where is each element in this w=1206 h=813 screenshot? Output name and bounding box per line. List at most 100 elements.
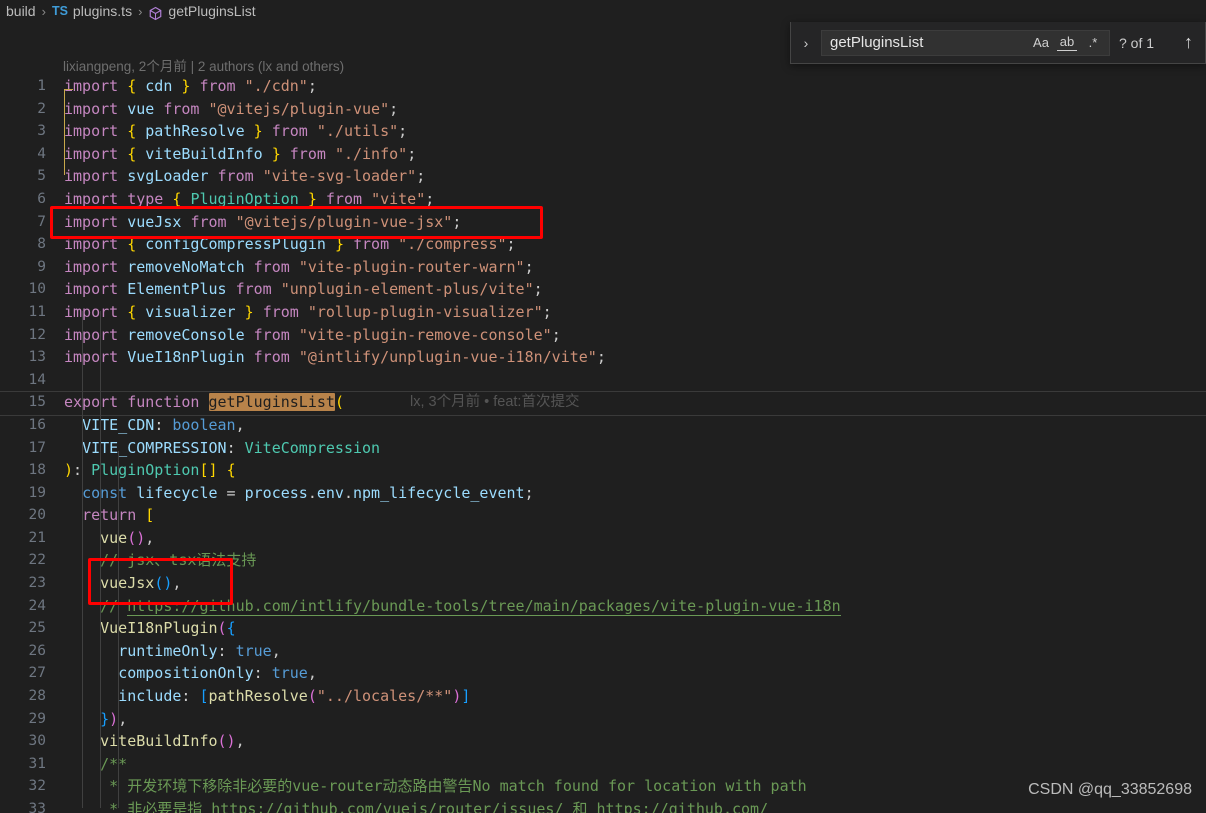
- line-content[interactable]: export function getPluginsList(: [64, 391, 344, 414]
- code-line[interactable]: 22 // jsx、tsx语法支持: [0, 549, 1206, 572]
- chevron-right-icon[interactable]: ›: [795, 35, 817, 51]
- line-content[interactable]: vue(),: [64, 527, 154, 550]
- breadcrumb-folder[interactable]: build: [6, 3, 36, 19]
- code-line[interactable]: 29 }),: [0, 708, 1206, 731]
- token-br: }: [253, 122, 263, 141]
- code-lines-container[interactable]: 1 import { cdn } from "./cdn"; 2 import vue…: [0, 75, 1206, 813]
- token-punc: [326, 235, 335, 253]
- line-content[interactable]: viteBuildInfo(),: [64, 730, 245, 753]
- line-content[interactable]: import { cdn } from "./cdn";: [64, 75, 317, 98]
- line-content[interactable]: import removeNoMatch from "vite-plugin-r…: [64, 256, 534, 279]
- token-punc: :: [226, 438, 245, 457]
- line-content[interactable]: import ElementPlus from "unplugin-elemen…: [64, 278, 543, 301]
- line-content[interactable]: ): PluginOption[] {: [64, 459, 236, 482]
- find-widget[interactable]: › Aa ab .* ? of 1 ↑: [790, 22, 1206, 64]
- line-content[interactable]: include: [pathResolve("../locales/**")]: [64, 685, 470, 708]
- code-line[interactable]: 14: [0, 369, 1206, 392]
- whole-word-icon[interactable]: ab: [1057, 34, 1077, 51]
- line-number: 14: [28, 371, 46, 388]
- code-line[interactable]: 25 VueI18nPlugin({: [0, 617, 1206, 640]
- code-line[interactable]: 15 export function getPluginsList(lx, 3个月…: [0, 391, 1206, 416]
- code-line[interactable]: 3 import { pathResolve } from "./utils";: [0, 120, 1206, 143]
- line-content[interactable]: compositionOnly: true,: [64, 662, 317, 685]
- code-line[interactable]: 6 import type { PluginOption } from "vite…: [0, 188, 1206, 211]
- line-content[interactable]: import removeConsole from "vite-plugin-r…: [64, 324, 561, 347]
- line-content[interactable]: import type { PluginOption } from "vite"…: [64, 188, 434, 211]
- code-line[interactable]: 26 runtimeOnly: true,: [0, 640, 1206, 663]
- code-line[interactable]: 8 import { configCompressPlugin } from ".…: [0, 233, 1206, 256]
- line-content[interactable]: import vueJsx from "@vitejs/plugin-vue-j…: [64, 211, 461, 234]
- git-blame-header: lixiangpeng, 2个月前 | 2 authors (lx and ot…: [63, 59, 345, 74]
- code-line[interactable]: 17 VITE_COMPRESSION: ViteCompression: [0, 437, 1206, 460]
- line-content[interactable]: // jsx、tsx语法支持: [64, 549, 256, 572]
- code-line[interactable]: 31 /**: [0, 753, 1206, 776]
- code-line[interactable]: 1 import { cdn } from "./cdn";: [0, 75, 1206, 98]
- token-fn: pathResolve: [208, 687, 308, 706]
- breadcrumb-file[interactable]: plugins.ts: [73, 3, 132, 19]
- line-content[interactable]: import vue from "@vitejs/plugin-vue";: [64, 98, 398, 121]
- line-content[interactable]: VueI18nPlugin({: [64, 617, 235, 640]
- line-content[interactable]: const lifecycle = process.env.npm_lifecy…: [64, 482, 534, 505]
- code-line[interactable]: 21 vue(),: [0, 527, 1206, 550]
- code-line[interactable]: 27 compositionOnly: true,: [0, 662, 1206, 685]
- token-punc: [118, 100, 127, 118]
- code-line[interactable]: 18): PluginOption[] {: [0, 459, 1206, 482]
- line-content[interactable]: import { visualizer } from "rollup-plugi…: [64, 301, 552, 324]
- code-line[interactable]: 9 import removeNoMatch from "vite-plugin-…: [0, 256, 1206, 279]
- line-content[interactable]: import VueI18nPlugin from "@intlify/unpl…: [64, 346, 606, 369]
- token-punc: [254, 303, 263, 321]
- match-case-icon[interactable]: Aa: [1031, 35, 1051, 51]
- search-input[interactable]: [822, 33, 1031, 52]
- line-number: 26: [28, 642, 46, 659]
- code-line[interactable]: 32 * 开发环境下移除非必要的vue-router动态路由警告No match…: [0, 775, 1206, 798]
- regex-icon[interactable]: .*: [1083, 35, 1103, 51]
- code-editor[interactable]: lixiangpeng, 2个月前 | 2 authors (lx and ot…: [0, 22, 1206, 813]
- code-line[interactable]: 2 import vue from "@vitejs/plugin-vue";: [0, 98, 1206, 121]
- line-content[interactable]: import { viteBuildInfo } from "./info";: [64, 143, 416, 166]
- token-kw: from: [325, 189, 363, 208]
- code-line[interactable]: 19 const lifecycle = process.env.npm_lif…: [0, 482, 1206, 505]
- code-line[interactable]: 11 import { visualizer } from "rollup-plu…: [0, 301, 1206, 324]
- token-kw: import: [64, 235, 119, 254]
- code-line[interactable]: 23 vueJsx(),: [0, 572, 1206, 595]
- line-content[interactable]: runtimeOnly: true,: [64, 640, 281, 663]
- line-content[interactable]: VITE_CDN: boolean,: [64, 414, 245, 437]
- line-content[interactable]: // https://github.com/intlify/bundle-too…: [64, 595, 841, 618]
- line-content[interactable]: * 开发环境下移除非必要的vue-router动态路由警告No match fo…: [64, 775, 807, 798]
- code-line[interactable]: 7 import vueJsx from "@vitejs/plugin-vue-…: [0, 211, 1206, 234]
- code-line[interactable]: 12 import removeConsole from "vite-plugin…: [0, 324, 1206, 347]
- code-line[interactable]: 4 import { viteBuildInfo } from "./info";: [0, 143, 1206, 166]
- line-content[interactable]: return [: [64, 504, 154, 527]
- token-punc: ,: [271, 641, 281, 660]
- code-line[interactable]: 24 // https://github.com/intlify/bundle-…: [0, 595, 1206, 618]
- line-number: 4: [37, 145, 46, 162]
- code-line[interactable]: 28 include: [pathResolve("../locales/**"…: [0, 685, 1206, 708]
- token-punc: [118, 326, 127, 344]
- token-punc: [64, 484, 82, 502]
- line-content[interactable]: * 非必要是指 https://github.com/vuejs/router/…: [64, 798, 768, 813]
- token-punc: [64, 506, 82, 524]
- line-content[interactable]: import { pathResolve } from "./utils";: [64, 120, 407, 143]
- find-input-wrapper[interactable]: Aa ab .*: [821, 29, 1110, 56]
- breadcrumb-symbol[interactable]: getPluginsList: [168, 3, 255, 19]
- token-cmt: // jsx、tsx语法支持: [100, 551, 257, 570]
- token-kw: from: [190, 212, 227, 231]
- line-content[interactable]: VITE_COMPRESSION: ViteCompression: [64, 437, 380, 460]
- token-cmt: //: [100, 596, 128, 615]
- code-line[interactable]: 13 import VueI18nPlugin from "@intlify/un…: [0, 346, 1206, 369]
- token-punc: [154, 100, 163, 118]
- arrow-up-icon[interactable]: ↑: [1184, 32, 1205, 53]
- code-line[interactable]: 30 viteBuildInfo(),: [0, 730, 1206, 753]
- code-line[interactable]: 20 return [: [0, 504, 1206, 527]
- line-content[interactable]: import { configCompressPlugin } from "./…: [64, 233, 516, 256]
- code-line[interactable]: 33 * 非必要是指 https://github.com/vuejs/rout…: [0, 798, 1206, 813]
- token-punc: [209, 167, 218, 185]
- code-line[interactable]: 10 import ElementPlus from "unplugin-elem…: [0, 278, 1206, 301]
- token-prop: npm_lifecycle_event: [353, 483, 525, 502]
- token-kw: from: [253, 348, 290, 367]
- code-line[interactable]: 5 import svgLoader from "vite-svg-loader"…: [0, 165, 1206, 188]
- token-punc: [326, 145, 335, 163]
- token-kw: import: [64, 325, 119, 344]
- code-line[interactable]: 16 VITE_CDN: boolean,: [0, 414, 1206, 437]
- line-content[interactable]: import svgLoader from "vite-svg-loader";: [64, 165, 425, 188]
